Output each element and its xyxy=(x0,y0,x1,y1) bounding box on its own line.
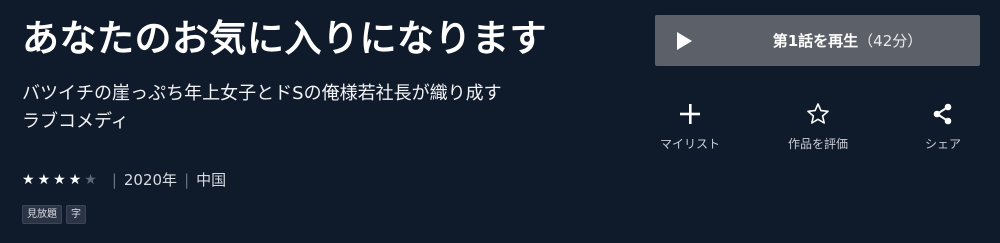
page-title: あなたのお気に入りになります xyxy=(22,17,547,60)
divider: | xyxy=(184,170,190,189)
play-episode-button[interactable]: 第1話を再生（42分） xyxy=(655,15,980,66)
divider: | xyxy=(111,170,117,189)
meta-row: ★ ★ ★ ★ ★ | 2020年 | 中国 xyxy=(22,169,226,190)
plus-icon xyxy=(645,100,735,128)
release-year: 2020年 xyxy=(123,171,178,189)
play-button-label: 第1話を再生 xyxy=(772,32,859,50)
star-filled-icon: ★ xyxy=(68,171,82,188)
country: 中国 xyxy=(196,171,227,189)
description: バツイチの崖っぷち年上女子とドSの俺様若社長が織り成す ラブコメディ xyxy=(22,80,542,136)
star-filled-icon: ★ xyxy=(53,171,66,188)
star-rating: ★ ★ ★ ★ ★ xyxy=(22,173,97,187)
rate-button[interactable]: 作品を評価 xyxy=(773,100,863,152)
badges: 見放題 字 xyxy=(22,205,86,224)
play-duration: （42分） xyxy=(858,32,923,50)
share-icon xyxy=(898,100,988,128)
mylist-button[interactable]: マイリスト xyxy=(645,100,735,152)
action-bar: マイリスト 作品を評価 シェア xyxy=(655,100,980,160)
star-filled-icon: ★ xyxy=(22,171,35,188)
subtitle-badge: 字 xyxy=(66,205,86,224)
star-empty-icon: ★ xyxy=(84,171,97,188)
share-button[interactable]: シェア xyxy=(898,100,988,152)
play-button-text: 第1話を再生（42分） xyxy=(655,30,980,51)
mylist-label: マイリスト xyxy=(659,137,720,151)
unlimited-badge: 見放題 xyxy=(22,205,62,224)
description-line-1: バツイチの崖っぷち年上女子とドSの俺様若社長が織り成す xyxy=(22,83,502,104)
share-label: シェア xyxy=(924,137,961,151)
rate-label: 作品を評価 xyxy=(787,137,848,151)
star-outline-icon xyxy=(773,100,863,128)
description-line-2: ラブコメディ xyxy=(22,111,129,132)
star-filled-icon: ★ xyxy=(37,171,51,188)
